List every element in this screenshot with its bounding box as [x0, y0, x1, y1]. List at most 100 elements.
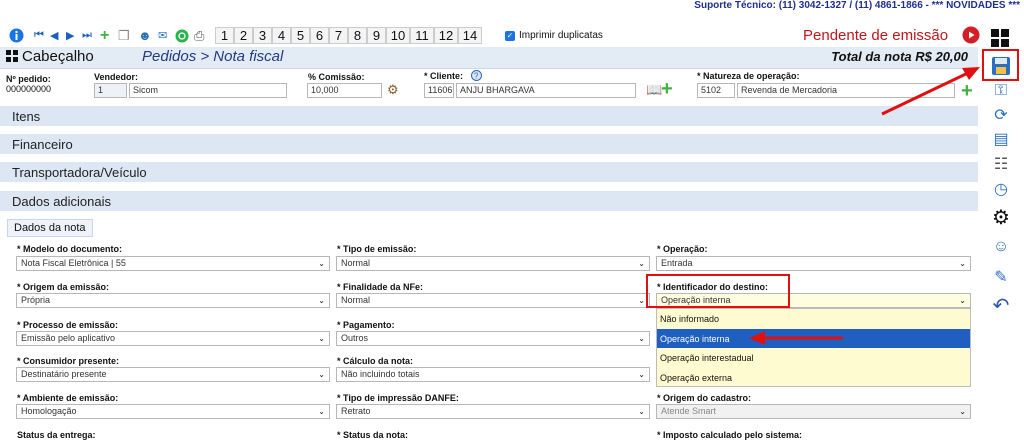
origem-emissao-label: * Origem da emissão: [17, 282, 110, 292]
identificador-dropdown-list: Não informado Operação interna Operação … [656, 308, 971, 387]
print-duplicates-toggle[interactable]: ✓ Imprimir duplicatas [505, 30, 603, 41]
address-book-icon[interactable]: 📖 [646, 82, 662, 98]
help-icon[interactable]: ? [471, 70, 482, 84]
seller-name-input[interactable]: Sicom [129, 83, 287, 98]
nature-label: * Natureza de operação: [697, 71, 800, 81]
page-button-9[interactable]: 9 [367, 27, 386, 44]
page-button-5[interactable]: 5 [291, 27, 310, 44]
modelo-label: * Modelo do documento: [17, 244, 122, 254]
operacao-value: Entrada [661, 258, 693, 268]
dropdown-option[interactable]: Não informado [657, 309, 970, 329]
page-button-3[interactable]: 3 [253, 27, 272, 44]
copy-icon[interactable]: ❐ [118, 27, 130, 44]
status-nota-label: * Status da nota: [337, 430, 409, 440]
checkbox-checked-icon[interactable]: ✓ [505, 30, 515, 41]
page-button-4[interactable]: 4 [272, 27, 291, 44]
breadcrumb: Pedidos > Nota fiscal [142, 48, 284, 65]
processo-label: * Processo de emissão: [17, 320, 119, 330]
page-button-2[interactable]: 2 [234, 27, 253, 44]
status-pending: Pendente de emissão [803, 27, 949, 44]
page-button-10[interactable]: 10 [386, 27, 410, 44]
danfe-value: Retrato [341, 406, 371, 416]
order-number-value: 000000000 [6, 84, 52, 94]
chevron-down-icon: ⌄ [959, 296, 966, 305]
chevron-down-icon: ⌄ [638, 370, 645, 379]
page-button-7[interactable]: 7 [329, 27, 348, 44]
email-icon[interactable]: ✉ [158, 27, 167, 44]
section-financeiro[interactable]: Financeiro [0, 134, 978, 154]
user-icon[interactable]: ☻ [138, 27, 152, 44]
annotation-arrow-option [749, 331, 843, 345]
presentation-icon[interactable]: ☺ [989, 236, 1013, 258]
info-icon[interactable] [8, 27, 24, 44]
processo-value: Emissão pelo aplicativo [21, 333, 116, 343]
refresh-icon[interactable]: ⟳ [989, 104, 1013, 126]
seller-label: Vendedor: [94, 72, 139, 82]
nature-code-input[interactable]: 5102 [697, 83, 735, 98]
gears-icon[interactable]: ⚙ [989, 206, 1013, 229]
calculo-select[interactable]: Não incluindo totais ⌄ [336, 367, 650, 382]
finalidade-select[interactable]: Normal ⌄ [336, 293, 650, 308]
page-button-12[interactable]: 12 [434, 27, 458, 44]
modelo-select[interactable]: Nota Fiscal Eletrônica | 55 ⌄ [16, 256, 330, 271]
next-icon[interactable]: ▶ [66, 27, 74, 44]
first-icon[interactable]: ⏮ [34, 27, 44, 44]
previous-icon[interactable]: ◀ [50, 27, 58, 44]
add-client-icon[interactable]: + [661, 78, 673, 101]
dropdown-option[interactable]: Operação externa [657, 368, 970, 388]
finalidade-value: Normal [341, 295, 371, 305]
ambiente-select[interactable]: Homologação ⌄ [16, 404, 330, 419]
danfe-label: * Tipo de impressão DANFE: [337, 393, 459, 403]
whatsapp-icon[interactable] [174, 27, 189, 44]
page-button-14[interactable]: 14 [458, 27, 482, 44]
section-itens[interactable]: Itens [0, 106, 978, 126]
section-transportadora[interactable]: Transportadora/Veículo [0, 162, 978, 182]
support-text: Suporte Técnico: (11) 3042-1327 / (11) 4… [694, 0, 1020, 11]
ambiente-value: Homologação [21, 406, 77, 416]
page-button-1[interactable]: 1 [215, 27, 234, 44]
copy-document-icon[interactable]: ▤ [989, 128, 1013, 150]
print-icon[interactable]: ⎙ [194, 27, 204, 44]
pagamento-select[interactable]: Outros ⌄ [336, 331, 650, 346]
chevron-down-icon: ⌄ [638, 259, 645, 268]
edit-document-icon[interactable]: ✎ [989, 266, 1013, 288]
clock-icon[interactable]: ◷ [989, 178, 1013, 200]
client-name-input[interactable]: ANJU BHARGAVA [456, 83, 636, 98]
back-arrow-icon[interactable]: ↶ [989, 294, 1013, 317]
hierarchy-icon[interactable]: ☷ [989, 153, 1013, 175]
origem-emissao-select[interactable]: Própria ⌄ [16, 293, 330, 308]
tab-dados-da-nota[interactable]: Dados da nota [7, 219, 93, 237]
origem-cadastro-select[interactable]: Atende Smart ⌄ [656, 404, 971, 419]
grid-small-icon [6, 50, 18, 65]
chevron-down-icon: ⌄ [959, 407, 966, 416]
finalidade-label: * Finalidade da NFe: [337, 282, 424, 292]
calculator-icon[interactable]: ⚙ [387, 82, 399, 98]
section-dados-adicionais[interactable]: Dados adicionais [0, 191, 978, 211]
dropdown-option[interactable]: Operação interestadual [657, 348, 970, 368]
tipo-emissao-select[interactable]: Normal ⌄ [336, 256, 650, 271]
commission-input[interactable]: 10,000 [307, 83, 382, 98]
pagamento-value: Outros [341, 333, 369, 343]
client-code-input[interactable]: 11606 [424, 83, 454, 98]
imposto-label: * Imposto calculado pelo sistema: [657, 430, 803, 440]
chevron-down-icon: ⌄ [638, 296, 645, 305]
client-label: * Cliente: [424, 71, 464, 81]
processo-select[interactable]: Emissão pelo aplicativo ⌄ [16, 331, 330, 346]
add-icon[interactable]: + [100, 27, 109, 44]
last-icon[interactable]: ⏭ [82, 27, 92, 44]
operacao-select[interactable]: Entrada ⌄ [656, 256, 971, 271]
page-button-6[interactable]: 6 [310, 27, 329, 44]
seller-code-input[interactable]: 1 [94, 83, 127, 98]
youtube-icon[interactable] [962, 26, 980, 47]
page-button-11[interactable]: 11 [410, 27, 434, 44]
key-icon[interactable]: ⚿ [989, 80, 1013, 102]
grid-menu-icon[interactable] [990, 28, 1010, 51]
save-highlight-box [982, 49, 1019, 81]
annotation-arrow-save [881, 67, 980, 116]
page-button-8[interactable]: 8 [348, 27, 367, 44]
ambiente-label: * Ambiente de emissão: [17, 393, 119, 403]
consumidor-select[interactable]: Destinatário presente ⌄ [16, 367, 330, 382]
danfe-select[interactable]: Retrato ⌄ [336, 404, 650, 419]
svg-text:?: ? [474, 72, 479, 81]
tipo-emissao-value: Normal [341, 258, 371, 268]
